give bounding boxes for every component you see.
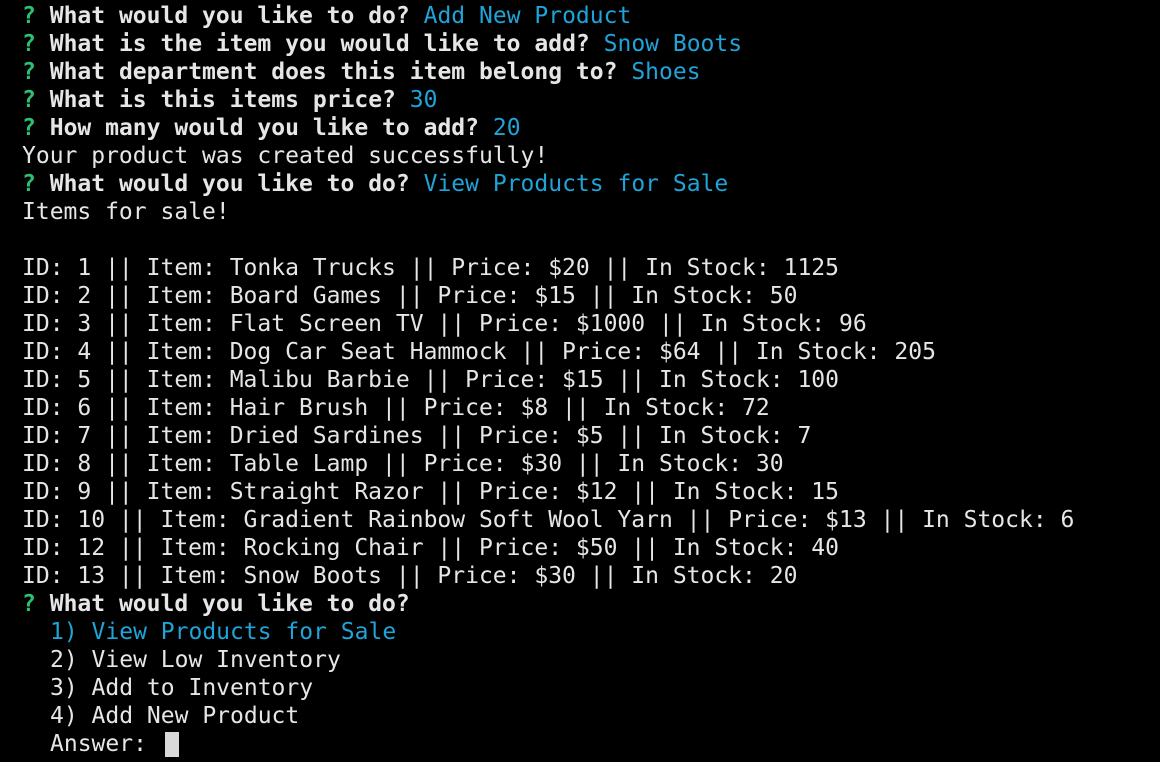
- answer-label: Answer:: [50, 731, 161, 757]
- product-row: ID: 8 || Item: Table Lamp || Price: $30 …: [22, 451, 784, 477]
- prompt-line-action-2: ? What would you like to do? View Produc…: [22, 170, 1160, 198]
- prompt-line-quantity: ? How many would you like to add? 20: [22, 114, 1160, 142]
- menu-option-add-inventory[interactable]: 3) Add to Inventory: [22, 674, 1160, 702]
- items-header: Items for sale!: [22, 199, 230, 225]
- prompt-answer: View Products for Sale: [423, 171, 729, 197]
- success-message: Your product was created successfully!: [22, 143, 549, 169]
- question-mark-icon: ?: [22, 3, 36, 29]
- menu-option-low-inventory[interactable]: 2) View Low Inventory: [22, 646, 1160, 674]
- product-row: ID: 2 || Item: Board Games || Price: $15…: [22, 283, 798, 309]
- product-row: ID: 13 || Item: Snow Boots || Price: $30…: [22, 563, 798, 589]
- prompt-question: What would you like to do?: [49, 3, 410, 29]
- question-mark-icon: ?: [22, 59, 36, 85]
- cursor-block[interactable]: [164, 732, 179, 757]
- menu-option-view-products[interactable]: 1) View Products for Sale: [22, 618, 1160, 646]
- product-row: ID: 7 || Item: Dried Sardines || Price: …: [22, 423, 812, 449]
- prompt-answer: Add New Product: [423, 3, 632, 29]
- prompt-question: What is the item you would like to add?: [49, 31, 590, 57]
- product-row: ID: 5 || Item: Malibu Barbie || Price: $…: [22, 367, 839, 393]
- menu-list: 1) View Products for Sale 2) View Low In…: [22, 618, 1160, 730]
- terminal-window[interactable]: ? What would you like to do? Add New Pro…: [0, 0, 1160, 762]
- product-row: ID: 10 || Item: Gradient Rainbow Soft Wo…: [22, 507, 1075, 533]
- question-mark-icon: ?: [22, 87, 36, 113]
- product-row: ID: 3 || Item: Flat Screen TV || Price: …: [22, 311, 867, 337]
- product-row: ID: 4 || Item: Dog Car Seat Hammock || P…: [22, 339, 936, 365]
- question-mark-icon: ?: [22, 31, 36, 57]
- question-mark-icon: ?: [22, 591, 36, 617]
- prompt-line-price: ? What is this items price? 30: [22, 86, 1160, 114]
- prompt-answer: 30: [409, 87, 438, 113]
- prompt-line-final: ? What would you like to do?: [22, 590, 1160, 618]
- product-row: ID: 1 || Item: Tonka Trucks || Price: $2…: [22, 255, 839, 281]
- prompt-line-item: ? What is the item you would like to add…: [22, 30, 1160, 58]
- menu-option-add-product[interactable]: 4) Add New Product: [22, 702, 1160, 730]
- prompt-answer: 20: [492, 115, 521, 141]
- product-row: ID: 12 || Item: Rocking Chair || Price: …: [22, 535, 839, 561]
- prompt-question: How many would you like to add?: [49, 115, 479, 141]
- prompt-line-department: ? What department does this item belong …: [22, 58, 1160, 86]
- question-mark-icon: ?: [22, 171, 36, 197]
- prompt-line-action: ? What would you like to do? Add New Pro…: [22, 2, 1160, 30]
- prompt-question: What would you like to do?: [49, 171, 410, 197]
- prompt-answer: Snow Boots: [603, 31, 743, 57]
- product-list: ID: 1 || Item: Tonka Trucks || Price: $2…: [22, 254, 1160, 590]
- product-row: ID: 6 || Item: Hair Brush || Price: $8 |…: [22, 395, 770, 421]
- prompt-question: What would you like to do?: [49, 591, 410, 617]
- prompt-question: What department does this item belong to…: [49, 59, 618, 85]
- question-mark-icon: ?: [22, 115, 36, 141]
- prompt-answer: Shoes: [631, 59, 701, 85]
- product-row: ID: 9 || Item: Straight Razor || Price: …: [22, 479, 839, 505]
- prompt-question: What is this items price?: [49, 87, 396, 113]
- answer-input-line[interactable]: Answer:: [22, 730, 1160, 758]
